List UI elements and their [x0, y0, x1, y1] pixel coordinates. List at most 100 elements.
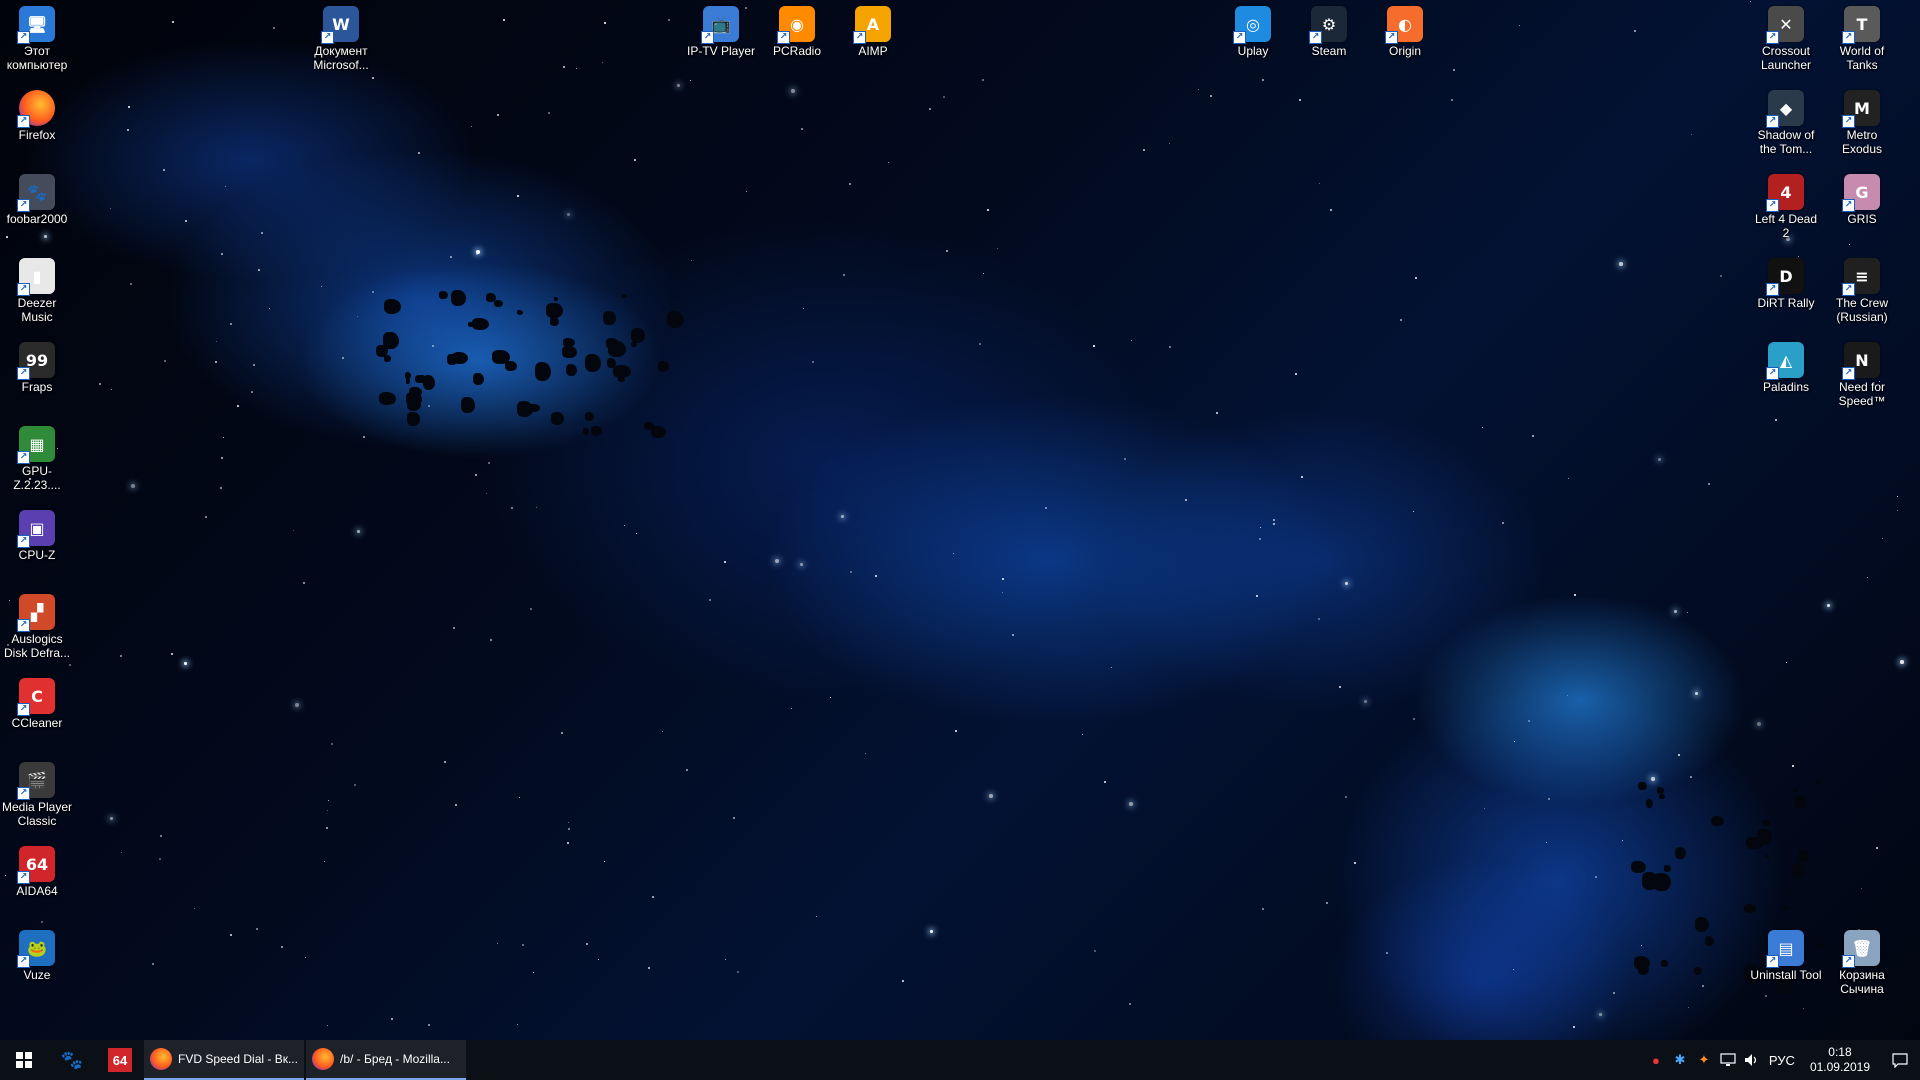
desktop-icon-left4dead2[interactable]: 4 ↗ Left 4 Dead 2 — [1748, 170, 1824, 240]
desktop-icon-aimp[interactable]: A ↗ AIMP — [835, 2, 911, 58]
star — [979, 343, 981, 345]
asteroid — [1694, 967, 1702, 976]
star — [1690, 776, 1692, 778]
desktop-icon-aida64[interactable]: 64 ↗ AIDA64 — [0, 842, 75, 898]
desktop-icon-word-document[interactable]: W ↗ Документ Microsof... — [303, 2, 379, 72]
star — [1567, 695, 1569, 697]
star — [159, 858, 162, 861]
desktop-icon-label: Shadow of the Tom... — [1757, 128, 1815, 156]
star — [517, 1024, 519, 1026]
shortcut-arrow-icon: ↗ — [1842, 31, 1855, 44]
shortcut-arrow-icon: ↗ — [17, 31, 30, 44]
star — [737, 971, 740, 974]
the-crew-icon: ≡ ↗ — [1842, 258, 1880, 296]
start-button[interactable] — [0, 1040, 48, 1080]
desktop-icon-recycle-bin[interactable]: 🗑 ↗ Корзина Сычина — [1824, 926, 1900, 996]
desktop-icon-label: Firefox — [18, 128, 56, 142]
network-monitor-tray-icon[interactable]: ✱ — [1668, 1040, 1692, 1080]
language-indicator[interactable]: РУС — [1764, 1040, 1800, 1080]
asteroid — [1743, 903, 1756, 913]
star — [185, 220, 188, 223]
desktop-icon-dirt-rally[interactable]: D ↗ DiRT Rally — [1748, 254, 1824, 310]
star — [184, 662, 187, 665]
desktop-icon-gpu-z[interactable]: ▦ ↗ GPU-Z.2.23.... — [0, 422, 75, 492]
clock[interactable]: 0:18 01.09.2019 — [1800, 1045, 1880, 1075]
star — [1568, 478, 1570, 480]
taskbar-window-fvd-speed-dial[interactable]: FVD Speed Dial - Вк... — [144, 1040, 304, 1080]
star — [1131, 340, 1133, 342]
desktop-icon-foobar2000[interactable]: 🐾 ↗ foobar2000 — [0, 170, 75, 226]
volume-icon[interactable] — [1740, 1040, 1764, 1080]
network-icon[interactable] — [1716, 1040, 1740, 1080]
gris-icon: G ↗ — [1842, 174, 1880, 212]
star — [342, 357, 345, 360]
asteroid — [1705, 936, 1715, 946]
star — [724, 561, 726, 563]
desktop-icon-paladins[interactable]: ◭ ↗ Paladins — [1748, 338, 1824, 394]
star — [1111, 667, 1113, 669]
asteroid — [1762, 819, 1771, 826]
desktop-icon-vuze[interactable]: 🐸 ↗ Vuze — [0, 926, 75, 982]
desktop-icon-mpc[interactable]: 🎬 ↗ Media Player Classic — [0, 758, 75, 828]
ladybug-tray-icon[interactable]: ● — [1644, 1040, 1668, 1080]
star — [1339, 686, 1342, 689]
desktop-icon-fraps[interactable]: 99 ↗ Fraps — [0, 338, 75, 394]
star — [1519, 25, 1521, 27]
desktop-icon-this-pc[interactable]: 🖥 ↗ Этот компьютер — [0, 2, 75, 72]
foobar2000-tray-icon[interactable]: ✦ — [1692, 1040, 1716, 1080]
desktop-icon-the-crew[interactable]: ≡ ↗ The Crew (Russian) — [1824, 254, 1900, 324]
desktop-icon-gris[interactable]: G ↗ GRIS — [1824, 170, 1900, 226]
taskbar-foobar2000[interactable]: 🐾 — [48, 1040, 96, 1080]
star — [634, 159, 636, 161]
star — [586, 943, 589, 946]
desktop-icon-ccleaner[interactable]: C ↗ CCleaner — [0, 674, 75, 730]
desktop-icon-need-for-speed[interactable]: N ↗ Need for Speed™ — [1824, 338, 1900, 408]
desktop-icon-pcradio[interactable]: ◉ ↗ PCRadio — [759, 2, 835, 58]
star — [1548, 798, 1551, 801]
desktop-icon-label: CPU-Z — [18, 548, 56, 562]
shortcut-arrow-icon: ↗ — [1842, 199, 1855, 212]
star — [221, 457, 223, 459]
desktop-icon-crossout[interactable]: ✕ ↗ Crossout Launcher — [1748, 2, 1824, 72]
taskbar: 🐾 64 FVD Speed Dial - Вк... /b/ - Бред -… — [0, 1040, 1920, 1080]
desktop-icon-iptv-player[interactable]: 📺 ↗ IP-TV Player — [683, 2, 759, 58]
star — [1216, 412, 1219, 415]
desktop-icon-label: Auslogics Disk Defra... — [3, 632, 70, 660]
desktop-icon-metro-exodus[interactable]: M ↗ Metro Exodus — [1824, 86, 1900, 156]
star — [1301, 476, 1304, 479]
desktop-icon-uplay[interactable]: ◎ ↗ Uplay — [1215, 2, 1291, 58]
star — [1702, 985, 1704, 987]
desktop-icon-cpu-z[interactable]: ▣ ↗ CPU-Z — [0, 506, 75, 562]
desktop-icon-steam[interactable]: ⚙ ↗ Steam — [1291, 2, 1367, 58]
taskbar-aida64[interactable]: 64 — [96, 1040, 144, 1080]
taskbar-window-b-bred[interactable]: /b/ - Бред - Mozilla... — [306, 1040, 466, 1080]
star — [1256, 595, 1259, 598]
desktop-icon-origin[interactable]: ◐ ↗ Origin — [1367, 2, 1443, 58]
shortcut-arrow-icon: ↗ — [17, 535, 30, 548]
star — [875, 575, 878, 578]
desktop-icon-auslogics[interactable]: ▞ ↗ Auslogics Disk Defra... — [0, 590, 75, 660]
asteroid — [1792, 788, 1798, 793]
desktop-icon-label: AIDA64 — [16, 884, 58, 898]
asteroid — [405, 378, 411, 384]
star — [511, 507, 513, 509]
asteroid — [1711, 816, 1725, 826]
star — [237, 405, 239, 407]
shortcut-arrow-icon: ↗ — [1842, 367, 1855, 380]
asteroid — [472, 318, 490, 331]
aida64-icon: 64 — [108, 1048, 132, 1072]
star — [1002, 592, 1004, 594]
dirt-rally-icon: D ↗ — [1766, 258, 1804, 296]
action-center-button[interactable] — [1880, 1040, 1920, 1080]
desktop-icon-firefox[interactable]: ↗ Firefox — [0, 86, 75, 142]
star — [111, 389, 113, 391]
star — [1792, 765, 1794, 767]
star — [1299, 99, 1301, 101]
desktop-icon-shadow-tomb-raider[interactable]: ◆ ↗ Shadow of the Tom... — [1748, 86, 1824, 156]
desktop-icon-world-of-tanks[interactable]: T ↗ World of Tanks — [1824, 2, 1900, 72]
shortcut-arrow-icon: ↗ — [17, 367, 30, 380]
desktop-icon-deezer[interactable]: ▮ ↗ Deezer Music — [0, 254, 75, 324]
star — [1259, 538, 1261, 540]
star — [127, 129, 129, 131]
desktop-icon-uninstall-tool[interactable]: ▤ ↗ Uninstall Tool — [1748, 926, 1824, 982]
